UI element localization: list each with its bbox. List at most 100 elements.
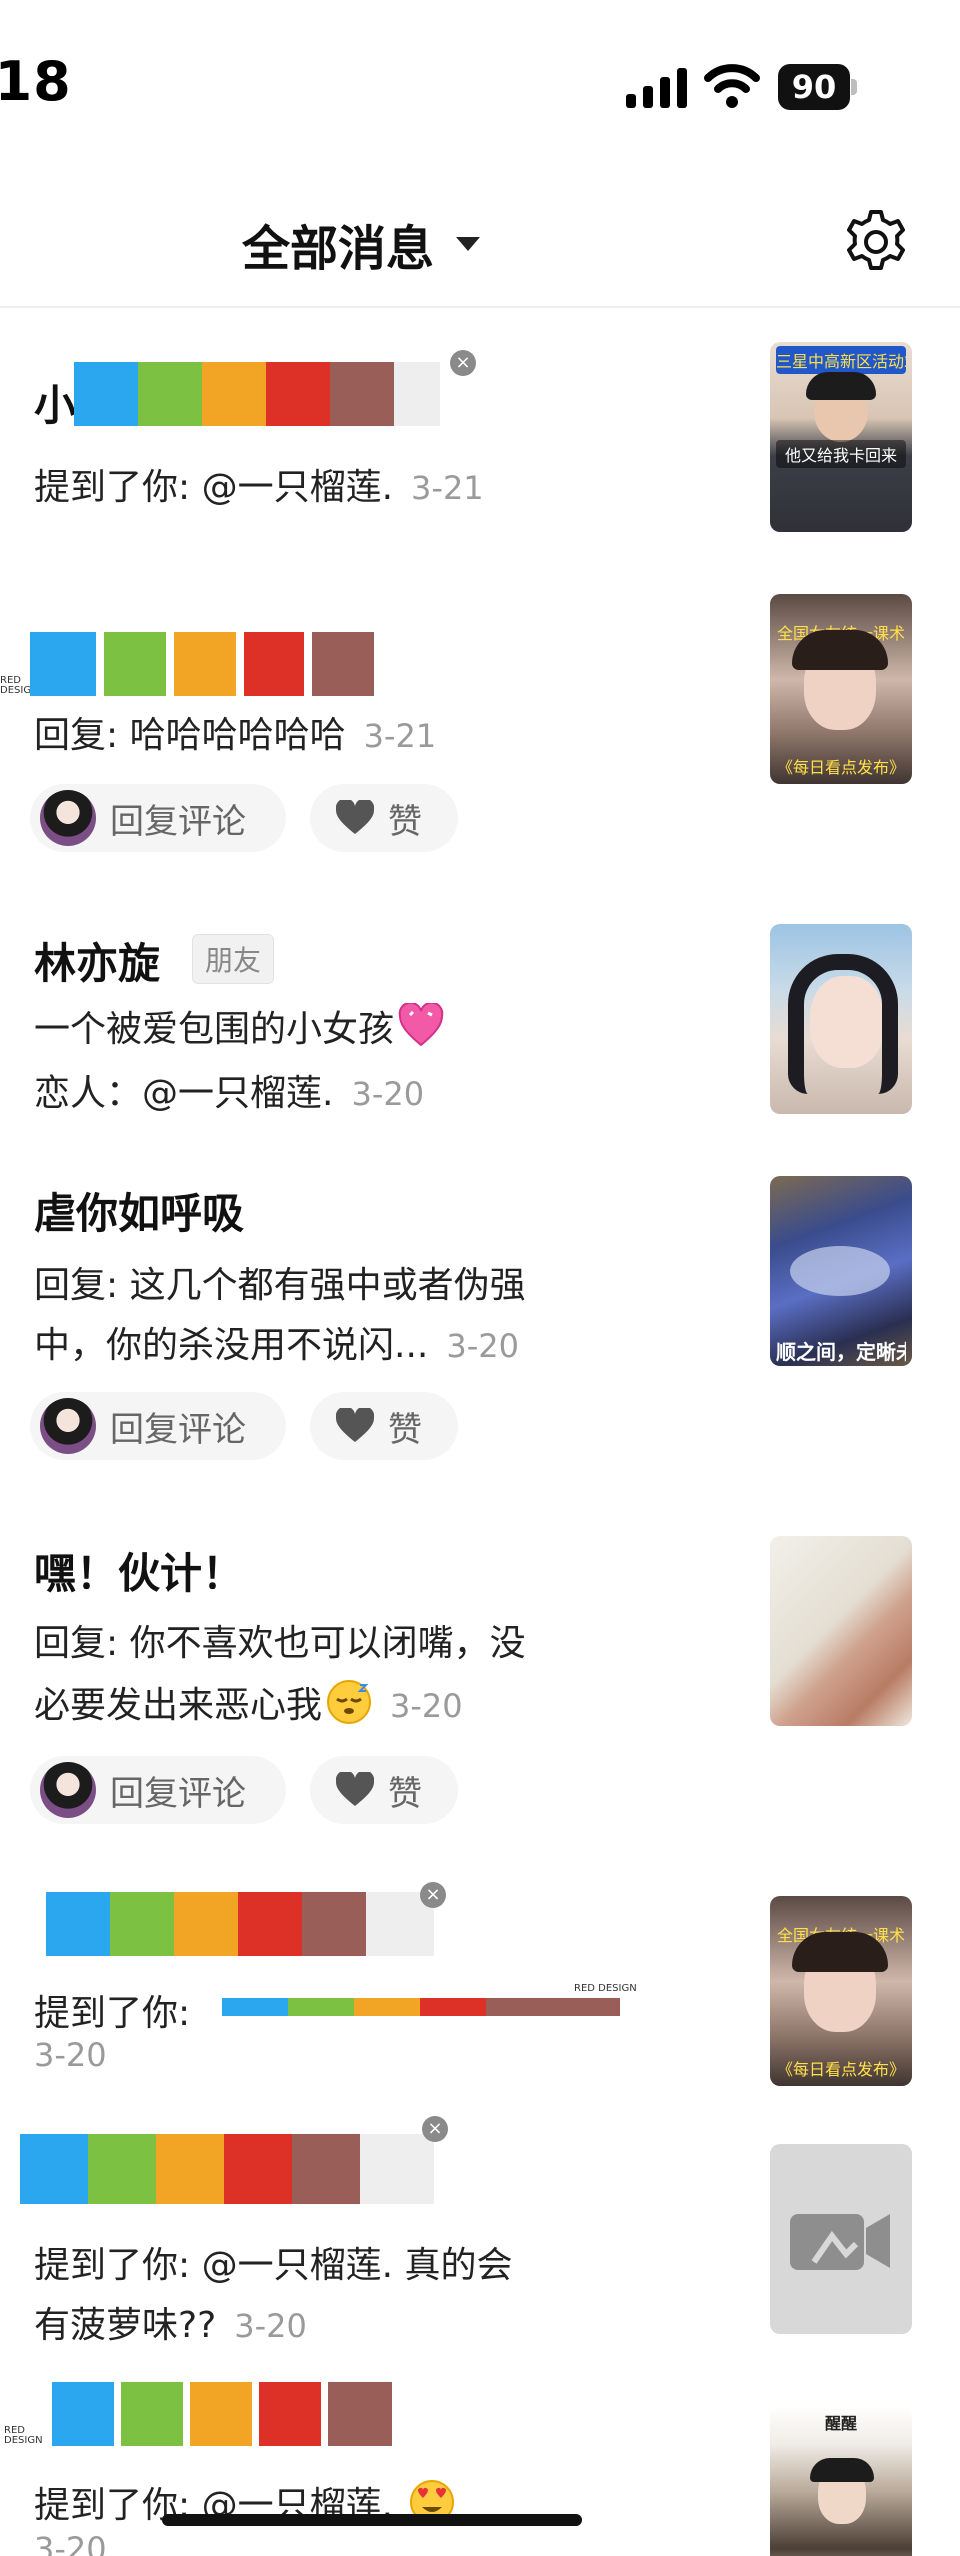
status-bar: :18 90	[0, 0, 960, 170]
redaction-bar	[52, 2382, 392, 2446]
reply-comment-button[interactable]: 回复评论	[30, 1756, 286, 1824]
message-date: 3-21	[411, 469, 484, 507]
battery-icon: 90	[778, 64, 858, 110]
page-title: 全部消息	[242, 221, 435, 277]
redaction-bar	[74, 362, 440, 426]
message-date: 3-20	[390, 1687, 463, 1725]
message-text: 提到了你:	[34, 1984, 190, 2036]
message-body: 提到了你:	[34, 1993, 191, 2034]
sleepy-face-icon	[327, 1680, 372, 1724]
watermark: RED DESIGN	[574, 1983, 637, 1994]
like-label: 赞	[388, 1409, 422, 1450]
avatar	[40, 1398, 96, 1454]
message-text: 回复: 这几个都有强中或者伪强	[34, 1256, 526, 1308]
thumbnail-caption: 他又给我卡回来	[776, 440, 906, 468]
thumbnail-caption: 《每日看点发布》	[776, 758, 905, 777]
redaction-bar	[46, 1892, 434, 1956]
message-text: 恋人：@一只榴莲. 3-20	[34, 1064, 424, 1116]
notification-item[interactable]: × 提到了你: RED DESIGN 3-20 全国女友统一课术 《每日看点发布…	[0, 1860, 960, 2100]
message-text: 中，你的杀没用不说闪... 3-20	[34, 1316, 519, 1368]
thumbnail-caption: 《每日看点发布》	[776, 2060, 905, 2079]
reply-comment-label: 回复评论	[110, 1773, 246, 1814]
notification-item[interactable]: × 提到了你: @一只榴莲. 真的会 有菠萝味?? 3-20	[0, 2110, 960, 2360]
reply-comment-label: 回复评论	[110, 1409, 246, 1450]
battery-level: 90	[778, 64, 850, 110]
notification-item[interactable]: 虐你如呼吸 回复: 这几个都有强中或者伪强 中，你的杀没用不说闪... 3-20 …	[0, 1160, 960, 1470]
like-label: 赞	[388, 801, 422, 842]
sender-name[interactable]: 小	[34, 372, 76, 433]
message-body: 提到了你: @一只榴莲.	[34, 467, 394, 508]
sender-name[interactable]: 虐你如呼吸	[34, 1180, 244, 1241]
post-thumbnail[interactable]	[770, 2144, 912, 2334]
message-text: 回复: 哈哈哈哈哈哈 3-21	[34, 706, 436, 758]
notification-item[interactable]: 小 × 提到了你: @一只榴莲. 3-21 三星中高新区活动站 他又给我卡回来	[0, 330, 960, 550]
message-body: 回复: 哈哈哈哈哈哈	[34, 715, 346, 756]
heart-icon	[336, 800, 374, 834]
post-thumbnail[interactable]: 全国女友统一课术 《每日看点发布》	[770, 1896, 912, 2086]
message-text: 3-20	[34, 2530, 107, 2556]
redaction-bar	[222, 1998, 620, 2016]
message-date: 3-20	[234, 2307, 307, 2345]
video-placeholder-icon	[790, 2214, 890, 2270]
message-text: 有菠萝味?? 3-20	[34, 2296, 307, 2348]
post-thumbnail[interactable]: 三星中高新区活动站 他又给我卡回来	[770, 342, 912, 532]
home-indicator[interactable]	[162, 2514, 582, 2526]
message-filter-dropdown[interactable]: 全部消息	[242, 214, 481, 277]
status-time: :18	[0, 50, 72, 113]
like-button[interactable]: 赞	[310, 1756, 458, 1824]
notification-item[interactable]: 嘿！伙计！ 回复: 你不喜欢也可以闭嘴，没 必要发出来恶心我 3-20 回复评论 …	[0, 1500, 960, 1830]
wifi-icon	[704, 64, 760, 108]
reply-comment-label: 回复评论	[110, 801, 246, 842]
battery-tip	[851, 79, 857, 95]
message-text: 必要发出来恶心我 3-20	[34, 1676, 463, 1728]
close-icon: ×	[422, 2116, 448, 2142]
message-text: 3-20	[34, 2036, 107, 2074]
thumbnail-caption: 三星中高新区活动站	[776, 346, 906, 374]
avatar	[40, 790, 96, 846]
message-body: 回复: 你不喜欢也可以闭嘴，没	[34, 1623, 526, 1664]
message-text: 提到了你: @一只榴莲. 3-21	[34, 458, 484, 510]
like-button[interactable]: 赞	[310, 1392, 458, 1460]
message-body: 恋人：@一只榴莲.	[34, 1073, 334, 1114]
message-date: 3-20	[351, 1075, 425, 1113]
sparkling-heart-icon	[398, 1003, 444, 1047]
message-date: 3-20	[34, 2530, 107, 2556]
watermark: RED DESIGN	[4, 2425, 43, 2446]
message-body: 中，你的杀没用不说闪...	[34, 1325, 429, 1366]
message-text: 一个被爱包围的小女孩	[34, 1000, 444, 1052]
post-thumbnail[interactable]: 全国女友统一课术 《每日看点发布》	[770, 594, 912, 784]
nav-bar: 全部消息	[0, 190, 960, 308]
like-button[interactable]: 赞	[310, 784, 458, 852]
reply-comment-button[interactable]: 回复评论	[30, 784, 286, 852]
gear-icon[interactable]	[842, 208, 910, 276]
post-thumbnail[interactable]: 醒醒	[770, 2406, 912, 2556]
notification-item[interactable]: RED DESIGN 提到了你: @一只榴莲. 3-20 醒醒	[0, 2370, 960, 2556]
message-body: 有菠萝味??	[34, 2305, 217, 2346]
notification-item[interactable]: 林亦旋 朋友 一个被爱包围的小女孩 恋人：@一只榴莲. 3-20	[0, 900, 960, 1130]
post-thumbnail[interactable]: 顺之间，定晰未	[770, 1176, 912, 1366]
message-body: 提到了你: @一只榴莲. 真的会	[34, 2245, 513, 2286]
heart-icon	[336, 1772, 374, 1806]
message-date: 3-21	[363, 717, 437, 755]
message-date: 3-20	[34, 2036, 107, 2074]
message-body: 必要发出来恶心我	[34, 1685, 323, 1726]
close-icon: ×	[420, 1882, 446, 1908]
thumbnail-caption: 顺之间，定晰未	[776, 1340, 906, 1364]
message-body: 回复: 这几个都有强中或者伪强	[34, 1265, 526, 1306]
sender-name[interactable]: 嘿！伙计！	[34, 1540, 244, 1601]
sender-name[interactable]: 林亦旋	[34, 930, 160, 991]
cellular-signal-icon	[626, 68, 687, 108]
redaction-bar	[20, 2134, 434, 2204]
avatar	[40, 1762, 96, 1818]
heart-icon	[336, 1408, 374, 1442]
notification-item[interactable]: REDDESIGN 回复: 哈哈哈哈哈哈3-21 回复评论 赞 全国女友统一课术…	[0, 580, 960, 870]
close-icon: ×	[450, 350, 476, 376]
thumbnail-caption: 醒醒	[824, 2414, 857, 2433]
reply-comment-button[interactable]: 回复评论	[30, 1392, 286, 1460]
friend-badge: 朋友	[192, 934, 275, 984]
caret-down-icon	[456, 237, 481, 251]
post-thumbnail[interactable]	[770, 924, 912, 1114]
post-thumbnail[interactable]	[770, 1536, 912, 1726]
message-date: 3-20	[446, 1327, 519, 1365]
like-label: 赞	[388, 1773, 422, 1814]
